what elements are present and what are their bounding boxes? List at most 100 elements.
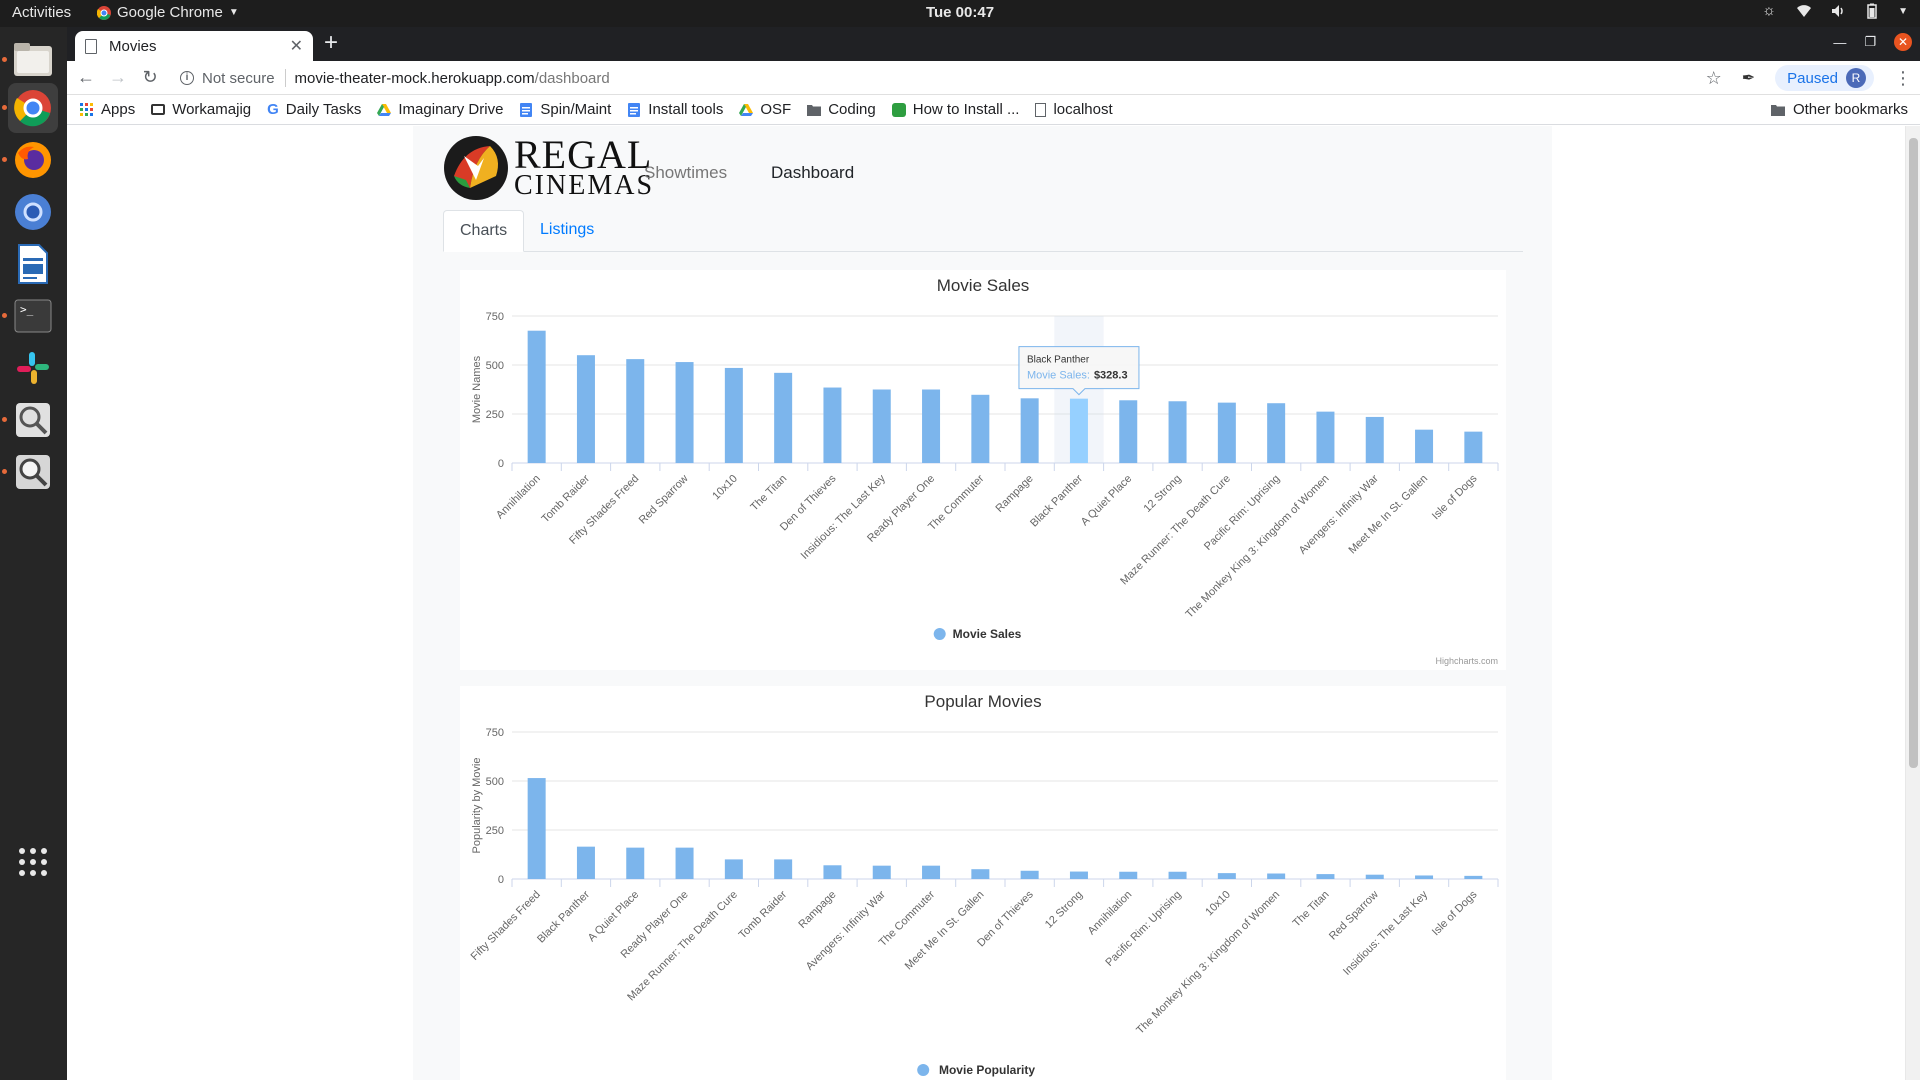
dock-files[interactable] <box>2 35 58 85</box>
bar[interactable] <box>774 859 793 879</box>
bar[interactable] <box>1415 429 1434 463</box>
bar[interactable] <box>1267 403 1286 463</box>
toolbar: ← → ↻ i Not secure movie-theater-mock.he… <box>67 61 1920 95</box>
address-bar[interactable]: i Not secure movie-theater-mock.herokuap… <box>180 65 1760 91</box>
vertical-scrollbar[interactable] <box>1905 126 1920 1080</box>
x-tick-label: Black Panther <box>1028 472 1085 529</box>
dock-slack[interactable] <box>8 343 58 393</box>
system-tray[interactable]: ☼ ▼ <box>1762 3 1908 19</box>
bar[interactable] <box>527 330 546 463</box>
bookmark-daily-tasks[interactable]: G Daily Tasks <box>267 101 361 118</box>
bar[interactable] <box>527 778 546 879</box>
reload-icon[interactable]: ↻ <box>137 67 163 88</box>
activities-button[interactable]: Activities <box>12 4 71 21</box>
bar[interactable] <box>1020 398 1039 463</box>
bar[interactable] <box>1069 398 1088 463</box>
dock-screenshot[interactable] <box>2 395 58 445</box>
bookmark-apps[interactable]: Apps <box>80 101 135 118</box>
bookmark-install-tools[interactable]: Install tools <box>627 101 723 118</box>
other-bookmarks[interactable]: Other bookmarks <box>1770 101 1908 118</box>
bar[interactable] <box>872 389 891 464</box>
screenshot-icon <box>16 403 50 437</box>
bar[interactable] <box>724 367 743 463</box>
nav-showtimes[interactable]: Showtimes <box>644 163 727 183</box>
bookmarks-bar: Apps Workamajig G Daily Tasks Imaginary … <box>67 95 1920 125</box>
bar[interactable] <box>971 394 990 463</box>
dock-writer[interactable] <box>8 239 58 289</box>
dock-app-grid[interactable] <box>8 837 58 887</box>
clock[interactable]: Tue 00:47 <box>0 4 1920 21</box>
bar[interactable] <box>675 847 694 879</box>
bar[interactable] <box>576 355 595 463</box>
workamajig-icon <box>151 104 166 115</box>
bookmark-spin-maint[interactable]: Spin/Maint <box>519 101 611 118</box>
bar[interactable] <box>1217 402 1236 463</box>
profile-paused-button[interactable]: Paused R <box>1775 65 1874 91</box>
bookmark-osf[interactable]: OSF <box>739 101 791 118</box>
dock-chrome[interactable] <box>2 83 58 133</box>
bar[interactable] <box>971 869 990 879</box>
docs-icon <box>628 102 641 117</box>
bookmark-localhost[interactable]: localhost <box>1035 101 1113 118</box>
bookmark-imaginary-drive[interactable]: Imaginary Drive <box>377 101 503 118</box>
app-menu[interactable]: Google Chrome ▼ <box>97 4 239 21</box>
bar[interactable] <box>724 859 743 879</box>
bar[interactable] <box>1217 873 1236 879</box>
bar[interactable] <box>1020 870 1039 879</box>
bar[interactable] <box>1464 431 1483 463</box>
bar[interactable] <box>1267 873 1286 879</box>
bar[interactable] <box>1415 875 1434 879</box>
bar[interactable] <box>922 865 941 879</box>
regal-logo[interactable]: REGAL CINEMAS <box>444 135 654 200</box>
dock-terminal[interactable]: >_ <box>2 291 58 341</box>
dock-search[interactable] <box>2 447 58 497</box>
menu-icon[interactable]: ⋮ <box>1894 68 1912 89</box>
y-tick-label: 500 <box>486 360 504 372</box>
star-icon[interactable]: ☆ <box>1706 68 1722 89</box>
minimize-icon[interactable]: — <box>1833 35 1846 50</box>
bar[interactable] <box>675 362 694 463</box>
page-icon <box>1035 102 1047 117</box>
bookmark-workamajig[interactable]: Workamajig <box>151 101 251 118</box>
bar[interactable] <box>1168 401 1187 463</box>
y-axis-label: Movie Names <box>471 355 483 423</box>
bar[interactable] <box>1119 871 1138 879</box>
forward-icon[interactable]: → <box>105 67 131 88</box>
dock-chromium[interactable] <box>8 187 58 237</box>
bookmark-how-to-install[interactable]: How to Install ... <box>891 101 1019 118</box>
bar[interactable] <box>1069 871 1088 879</box>
back-icon[interactable]: ← <box>73 67 99 88</box>
dock-firefox[interactable] <box>2 135 58 185</box>
tab-charts[interactable]: Charts <box>443 210 525 252</box>
bar[interactable] <box>1365 874 1384 879</box>
extension-pen-icon[interactable]: ✒ <box>1742 68 1755 88</box>
bar[interactable] <box>1168 871 1187 879</box>
bar[interactable] <box>626 847 645 879</box>
bar[interactable] <box>1316 411 1335 463</box>
browser-tab[interactable]: Movies ✕ <box>75 31 313 61</box>
scrollbar-thumb[interactable] <box>1909 138 1918 768</box>
running-indicator <box>2 57 7 62</box>
bar[interactable] <box>922 389 941 464</box>
tab-listings[interactable]: Listings <box>524 210 610 252</box>
window-close-icon[interactable]: ✕ <box>1894 33 1912 51</box>
bar[interactable] <box>1464 875 1483 879</box>
close-icon[interactable]: ✕ <box>290 36 303 56</box>
new-tab-button[interactable]: + <box>324 31 338 55</box>
restore-icon[interactable]: ❐ <box>1864 34 1876 50</box>
bar[interactable] <box>626 359 645 463</box>
bar[interactable] <box>774 372 793 463</box>
bar[interactable] <box>1316 874 1335 879</box>
bar[interactable] <box>872 865 891 879</box>
info-icon[interactable]: i <box>180 71 194 85</box>
bar[interactable] <box>1119 400 1138 463</box>
x-tick-label: 10x10 <box>1203 889 1233 919</box>
bar[interactable] <box>823 865 842 879</box>
bar[interactable] <box>1365 416 1384 463</box>
bar[interactable] <box>823 387 842 463</box>
bookmark-coding[interactable]: Coding <box>807 101 876 118</box>
folder-icon <box>1770 104 1785 116</box>
movie-sales-chart: Movie Sales Movie Names 0 250 500 750 Annihila… <box>460 270 1506 670</box>
nav-dashboard[interactable]: Dashboard <box>771 163 854 183</box>
bar[interactable] <box>576 846 595 879</box>
